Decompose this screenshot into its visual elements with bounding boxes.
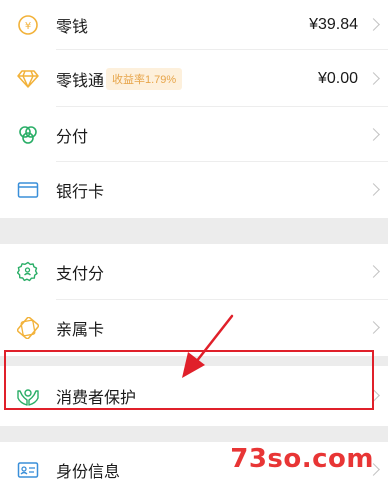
chevron-right-icon xyxy=(367,183,380,196)
menu-item-family-card[interactable]: 亲属卡 xyxy=(0,300,388,356)
yield-rate-badge: 收益率1.79% xyxy=(106,67,183,90)
menu-item-label: 零钱通 xyxy=(56,72,105,90)
menu-item-pay-score[interactable]: 支付分 xyxy=(0,244,388,300)
chevron-right-icon xyxy=(367,127,380,141)
coin-yen-icon: ¥ xyxy=(16,13,40,37)
menu-item-label: 消费者保护 xyxy=(56,390,137,407)
clover-icon xyxy=(16,123,40,147)
chevron-right-icon xyxy=(367,18,380,31)
menu-item-label: 亲属卡 xyxy=(56,322,105,339)
watermark: 73so.com xyxy=(230,444,374,474)
menu-item-bank-card[interactable]: 银行卡 xyxy=(0,162,388,218)
id-card-icon xyxy=(16,458,40,482)
menu-item-label: 银行卡 xyxy=(56,184,105,201)
chevron-right-icon xyxy=(367,321,380,334)
chevron-right-icon xyxy=(367,389,380,402)
menu-item-label: 零钱 xyxy=(56,19,89,36)
chevron-right-icon xyxy=(367,71,380,85)
menu-item-change[interactable]: ¥ 零钱 ¥39.84 xyxy=(0,0,388,50)
menu-item-label: 分付 xyxy=(56,128,89,146)
services-group: 支付分 亲属卡 xyxy=(0,244,388,356)
menu-item-consumer-protection[interactable]: 消费者保护 xyxy=(0,366,388,426)
score-badge-icon xyxy=(16,260,40,284)
diamond-icon xyxy=(16,67,40,91)
menu-item-label: 身份信息 xyxy=(56,464,121,481)
family-card-icon xyxy=(16,316,40,340)
menu-item-change-plus[interactable]: 零钱通 收益率1.79% ¥0.00 xyxy=(0,50,388,107)
balance-value: ¥39.84 xyxy=(309,16,358,33)
balance-value: ¥0.00 xyxy=(317,69,358,87)
protection-group: 消费者保护 xyxy=(0,366,388,426)
card-icon xyxy=(16,178,40,202)
menu-item-label: 支付分 xyxy=(56,266,105,283)
wallet-menu: ¥ 零钱 ¥39.84 零钱通 收益率1.79% ¥0.00 分付 银行卡 支付… xyxy=(0,0,388,498)
chevron-right-icon xyxy=(367,265,380,278)
balance-group: ¥ 零钱 ¥39.84 零钱通 收益率1.79% ¥0.00 分付 银行卡 xyxy=(0,0,388,218)
svg-text:¥: ¥ xyxy=(25,21,31,32)
menu-item-fenfu[interactable]: 分付 xyxy=(0,107,388,162)
hands-protect-icon xyxy=(16,384,40,408)
